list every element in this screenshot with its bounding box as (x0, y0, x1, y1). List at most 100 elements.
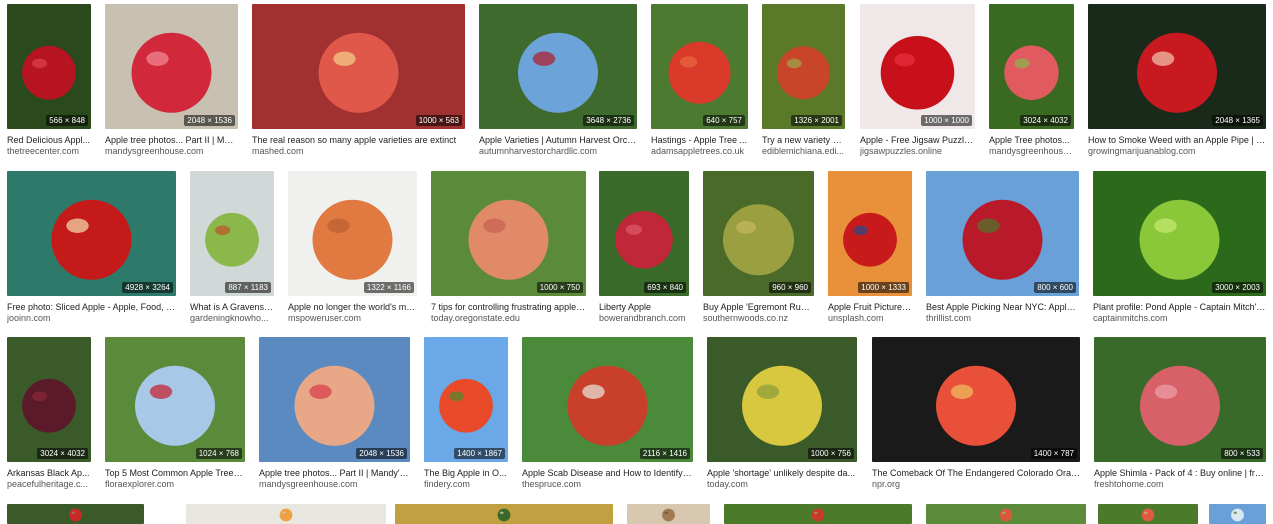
result-title-link[interactable]: Apple Tree photos... (989, 135, 1074, 146)
result-thumbnail[interactable] (7, 504, 144, 524)
result-source-domain[interactable]: bowerandbranch.com (599, 313, 689, 324)
result-thumbnail[interactable]: 2048 × 1536 (105, 4, 238, 129)
result-title-link[interactable]: The Big Apple in O... (424, 468, 508, 479)
result-title-link[interactable]: Apple tree photos... Part II | Man... (105, 135, 238, 146)
result-source-domain[interactable]: mspoweruser.com (288, 313, 417, 324)
result-title-link[interactable]: Apple tree photos... Part II | Mandy's .… (259, 468, 410, 479)
result-thumbnail[interactable]: 640 × 757 (651, 4, 748, 129)
result-title-link[interactable]: Plant profile: Pond Apple - Captain Mitc… (1093, 302, 1266, 313)
result-thumbnail[interactable]: 3000 × 2003 (1093, 171, 1266, 296)
result-thumbnail[interactable]: 1400 × 1867 (424, 337, 508, 462)
result-thumbnail[interactable]: 1000 × 1000 (860, 4, 975, 129)
result-title-link[interactable]: Best Apple Picking Near NYC: Apple ... (926, 302, 1079, 313)
result-title-link[interactable]: Arkansas Black Ap... (7, 468, 91, 479)
result-title-link[interactable]: How to Smoke Weed with an Apple Pipe | G… (1088, 135, 1266, 146)
result-thumbnail[interactable]: 1326 × 2001 (762, 4, 845, 129)
result-thumbnail[interactable]: 800 × 600 (926, 171, 1079, 296)
result-source-domain[interactable]: today.com (707, 479, 857, 490)
apple-photo-icon (724, 504, 912, 524)
result-title-link[interactable]: 7 tips for controlling frustrating apple… (431, 302, 586, 313)
result-thumbnail[interactable] (926, 504, 1086, 524)
result-source-domain[interactable]: mandysgreenhouse.com (259, 479, 410, 490)
image-dimensions: 2048 × 1365 (1212, 115, 1263, 126)
result-source-domain[interactable]: thespruce.com (522, 479, 693, 490)
result-title-link[interactable]: Liberty Apple (599, 302, 689, 313)
result-thumbnail[interactable]: 1000 × 756 (707, 337, 857, 462)
result-thumbnail[interactable] (395, 504, 613, 524)
apple-photo-icon (252, 4, 465, 129)
result-title-link[interactable]: Apple Fruit Pictures... (828, 302, 912, 313)
result-thumbnail[interactable]: 3024 × 4032 (7, 337, 91, 462)
result-source-domain[interactable]: jooinn.com (7, 313, 176, 324)
apple-photo-icon (1093, 171, 1266, 296)
result-source-domain[interactable]: mandysgreenhouse... (989, 146, 1074, 157)
result-title-link[interactable]: Buy Apple 'Egremont Russ... (703, 302, 814, 313)
result-title-link[interactable]: Apple Varieties | Autumn Harvest Orch... (479, 135, 637, 146)
result-thumbnail[interactable]: 2048 × 1365 (1088, 4, 1266, 129)
apple-photo-icon (828, 171, 912, 296)
result-source-domain[interactable]: jigsawpuzzles.online (860, 146, 975, 157)
image-dimensions: 3024 × 4032 (1020, 115, 1071, 126)
result-source-domain[interactable]: peacefulheritage.c... (7, 479, 91, 490)
apple-photo-icon (707, 337, 857, 462)
result-title-link[interactable]: Apple - Free Jigsaw Puzzles... (860, 135, 975, 146)
result-thumbnail[interactable]: 3024 × 4032 (989, 4, 1074, 129)
result-thumbnail[interactable]: 1000 × 563 (252, 4, 465, 129)
apple-photo-icon (424, 337, 508, 462)
result-title-link[interactable]: Try a new variety o... (762, 135, 845, 146)
result-source-domain[interactable]: findery.com (424, 479, 508, 490)
image-dimensions: 2116 × 1416 (639, 448, 690, 459)
result-source-domain[interactable]: captainmitchs.com (1093, 313, 1266, 324)
result-thumbnail[interactable] (627, 504, 710, 524)
result-title-link[interactable]: Apple no longer the world's mo... (288, 302, 417, 313)
result-thumbnail[interactable] (186, 504, 386, 524)
result-title-link[interactable]: Red Delicious Appl... (7, 135, 91, 146)
apple-photo-icon (599, 171, 689, 296)
result-thumbnail[interactable]: 800 × 533 (1094, 337, 1266, 462)
result-source-domain[interactable]: unsplash.com (828, 313, 912, 324)
result-source-domain[interactable]: ediblemichiana.edi... (762, 146, 845, 157)
apple-photo-icon (7, 4, 91, 129)
result-thumbnail[interactable]: 887 × 1183 (190, 171, 274, 296)
result-thumbnail[interactable]: 1322 × 1166 (288, 171, 417, 296)
result-title-link[interactable]: Free photo: Sliced Apple - Apple, Food, … (7, 302, 176, 313)
result-thumbnail[interactable]: 2116 × 1416 (522, 337, 693, 462)
result-title-link[interactable]: Apple 'shortage' unlikely despite da... (707, 468, 857, 479)
result-thumbnail[interactable]: 566 × 848 (7, 4, 91, 129)
result-thumbnail[interactable]: 2048 × 1536 (259, 337, 410, 462)
result-source-domain[interactable]: thetreecenter.com (7, 146, 91, 157)
result-thumbnail[interactable] (1209, 504, 1266, 524)
apple-photo-icon (288, 171, 417, 296)
result-title-link[interactable]: Hastings - Apple Tree ... (651, 135, 748, 146)
result-source-domain[interactable]: adamsappletrees.co.uk (651, 146, 748, 157)
result-source-domain[interactable]: today.oregonstate.edu (431, 313, 586, 324)
result-source-domain[interactable]: southernwoods.co.nz (703, 313, 814, 324)
result-thumbnail[interactable]: 1000 × 750 (431, 171, 586, 296)
result-thumbnail[interactable]: 960 × 960 (703, 171, 814, 296)
result-thumbnail[interactable]: 3648 × 2736 (479, 4, 637, 129)
result-source-domain[interactable]: mashed.com (252, 146, 465, 157)
result-source-domain[interactable]: freshtohome.com (1094, 479, 1266, 490)
result-source-domain[interactable]: mandysgreenhouse.com (105, 146, 238, 157)
result-source-domain[interactable]: floraexplorer.com (105, 479, 245, 490)
result-source-domain[interactable]: npr.org (872, 479, 1080, 490)
result-title-link[interactable]: Apple Shimla - Pack of 4 : Buy online | … (1094, 468, 1266, 479)
result-title-link[interactable]: The real reason so many apple varieties … (252, 135, 465, 146)
result-thumbnail[interactable]: 1000 × 1333 (828, 171, 912, 296)
apple-photo-icon (190, 171, 274, 296)
result-thumbnail[interactable]: 1400 × 787 (872, 337, 1080, 462)
result-source-domain[interactable]: growingmarijuanablog.com (1088, 146, 1266, 157)
result-thumbnail[interactable]: 1024 × 768 (105, 337, 245, 462)
result-source-domain[interactable]: thrillist.com (926, 313, 1079, 324)
result-thumbnail[interactable] (1098, 504, 1198, 524)
result-source-domain[interactable]: autumnharvestorchardllc.com (479, 146, 637, 157)
result-thumbnail[interactable] (724, 504, 912, 524)
result-title-link[interactable]: Apple Scab Disease and How to Identify a… (522, 468, 693, 479)
result-title-link[interactable]: The Comeback Of The Endangered Colorado … (872, 468, 1080, 479)
result-title-link[interactable]: Top 5 Most Common Apple Tree D... (105, 468, 245, 479)
result-thumbnail[interactable]: 693 × 840 (599, 171, 689, 296)
result-source-domain[interactable]: gardeningknowho... (190, 313, 274, 324)
result-title-link[interactable]: What is A Gravenst... (190, 302, 274, 313)
result-thumbnail[interactable]: 4928 × 3264 (7, 171, 176, 296)
apple-photo-icon (989, 4, 1074, 129)
